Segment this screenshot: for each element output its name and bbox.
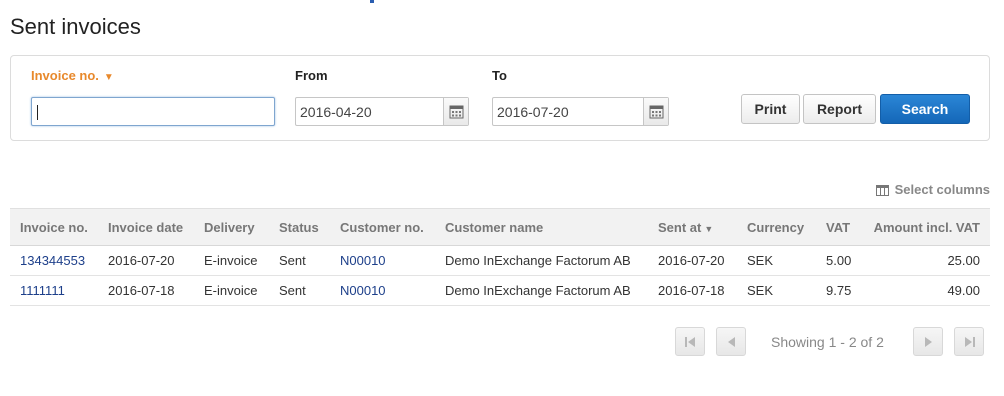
invoice-no-link[interactable]: 134344553 — [20, 246, 85, 276]
last-page-icon — [965, 337, 975, 347]
invoice-no-filter-dropdown[interactable]: Invoice no. ▼ — [31, 68, 114, 83]
next-page-button[interactable] — [913, 327, 943, 356]
prev-page-button[interactable] — [716, 327, 746, 356]
sent-at-cell: 2016-07-20 — [658, 253, 725, 268]
page-title: Sent invoices — [10, 14, 141, 39]
pagination-range: 1 - 2 of 2 — [828, 334, 884, 350]
customer-no-link[interactable]: N00010 — [340, 276, 386, 306]
col-header-status[interactable]: Status — [279, 209, 319, 247]
columns-icon — [875, 185, 889, 196]
col-header-sent-at[interactable]: Sent at ▼ — [658, 209, 713, 248]
first-page-icon — [685, 337, 695, 347]
invoice-no-link[interactable]: 1111111 — [20, 276, 65, 306]
col-header-delivery[interactable]: Delivery — [204, 209, 255, 247]
invoice-no-label: Invoice no. — [31, 68, 99, 83]
print-button[interactable]: Print — [741, 94, 800, 124]
prev-page-icon — [728, 337, 735, 347]
top-edge-mark — [370, 0, 374, 3]
col-header-customer-name[interactable]: Customer name — [445, 209, 543, 247]
sent-at-cell: 2016-07-18 — [658, 283, 725, 298]
vat-cell: 5.00 — [826, 253, 852, 268]
col-header-invoice-no[interactable]: Invoice no. — [20, 209, 88, 247]
invoice-date-cell: 2016-07-20 — [108, 253, 175, 268]
search-button[interactable]: Search — [880, 94, 970, 124]
sort-desc-icon: ▼ — [704, 224, 714, 234]
from-calendar-button[interactable] — [443, 98, 468, 125]
vat-cell: 9.75 — [826, 283, 852, 298]
currency-cell: SEK — [747, 253, 774, 268]
from-date-field[interactable]: 2016-04-20 — [295, 97, 469, 126]
status-cell: Sent — [279, 253, 306, 268]
first-page-button[interactable] — [675, 327, 705, 356]
status-cell: Sent — [279, 283, 306, 298]
table-row[interactable]: 134344553 2016-07-20 E-invoice Sent N000… — [10, 246, 990, 276]
select-columns-label: Select columns — [894, 182, 990, 197]
delivery-cell: E-invoice — [204, 253, 258, 268]
sent-at-label: Sent at — [658, 220, 702, 235]
delivery-cell: E-invoice — [204, 283, 258, 298]
customer-no-link[interactable]: N00010 — [340, 246, 386, 276]
col-header-customer-no[interactable]: Customer no. — [340, 209, 424, 247]
invoice-no-input[interactable] — [31, 97, 275, 126]
calendar-icon — [449, 105, 464, 119]
to-calendar-button[interactable] — [643, 98, 668, 125]
report-button[interactable]: Report — [803, 94, 876, 124]
to-label: To — [492, 68, 507, 83]
from-date-value: 2016-04-20 — [300, 104, 372, 120]
invoice-date-cell: 2016-07-18 — [108, 283, 175, 298]
dropdown-caret-icon: ▼ — [103, 72, 114, 83]
invoices-table: Invoice no. Invoice date Delivery Status… — [10, 208, 990, 306]
customer-name-cell: Demo InExchange Factorum AB — [445, 253, 631, 268]
to-date-field[interactable]: 2016-07-20 — [492, 97, 669, 126]
text-cursor — [37, 105, 38, 120]
pagination-prefix: Showing — [771, 334, 829, 350]
col-header-currency[interactable]: Currency — [747, 209, 804, 247]
table-header-row: Invoice no. Invoice date Delivery Status… — [10, 208, 990, 246]
currency-cell: SEK — [747, 283, 774, 298]
col-header-invoice-date[interactable]: Invoice date — [108, 209, 183, 247]
select-columns-button[interactable]: Select columns — [875, 182, 990, 197]
next-page-icon — [925, 337, 932, 347]
last-page-button[interactable] — [954, 327, 984, 356]
calendar-icon — [649, 105, 664, 119]
customer-name-cell: Demo InExchange Factorum AB — [445, 283, 631, 298]
pagination-status: Showing 1 - 2 of 2 — [771, 334, 884, 350]
amount-cell: 25.00 — [947, 253, 980, 268]
amount-cell: 49.00 — [947, 283, 980, 298]
filter-panel: Invoice no. ▼ From 2016-04-20 To 2016-07-… — [10, 55, 990, 141]
to-date-value: 2016-07-20 — [497, 104, 569, 120]
from-label: From — [295, 68, 328, 83]
col-header-vat[interactable]: VAT — [826, 209, 850, 247]
col-header-amount-incl-vat[interactable]: Amount incl. VAT — [874, 209, 980, 247]
table-row[interactable]: 1111111 2016-07-18 E-invoice Sent N00010… — [10, 276, 990, 306]
